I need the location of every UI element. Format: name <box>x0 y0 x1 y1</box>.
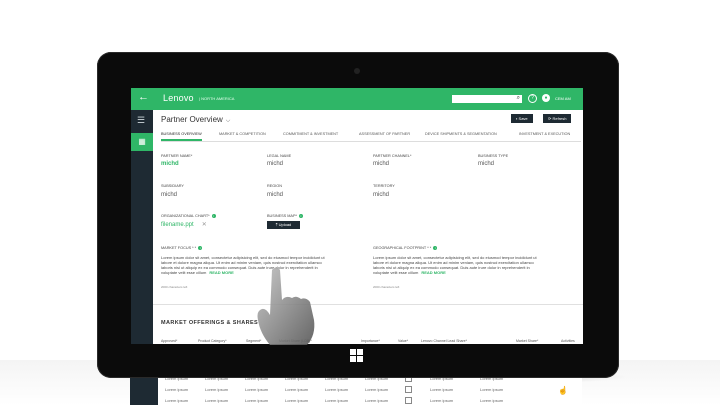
partner-channel-value: michd <box>373 161 390 167</box>
column-header[interactable]: Activities <box>561 339 575 343</box>
territory-value: michd <box>373 192 390 198</box>
table-cell: Lorem ipsum <box>165 387 189 392</box>
page-title[interactable]: Partner Overview ⌵ <box>161 115 230 125</box>
camera-icon <box>354 68 360 74</box>
chevron-down-icon[interactable]: ⌵ <box>226 118 231 124</box>
section-title: MARKET OFFERINGS & SHARES <box>161 320 259 326</box>
tab-assessment-partner[interactable]: ASSESSMENT OF PARTNER <box>359 132 410 136</box>
chars-left: 2000 characters left <box>161 285 188 289</box>
table-cell: Lorem ipsum <box>325 398 349 403</box>
refresh-label: Refresh <box>552 116 567 121</box>
business-type-value: michd <box>478 161 495 167</box>
brand-logo: Lenovo <box>163 93 194 103</box>
file-name[interactable]: filename.ppt <box>161 222 194 228</box>
search-icon[interactable]: ⌕ <box>517 95 520 102</box>
refresh-button[interactable]: ⟳ Refresh <box>543 114 572 123</box>
tab-bar: BUSINESS OVERVIEW MARKET & COMPETITION C… <box>161 129 581 142</box>
divider <box>153 304 583 305</box>
grid-icon[interactable]: ▦ <box>131 133 153 151</box>
tab-device-shipments[interactable]: DEVICE SHIPMENTS & SEGMENTATION <box>425 132 497 136</box>
market-focus-label-text: MARKET FOCUS * * <box>161 246 197 250</box>
table-cell: Lorem ipsum <box>205 387 229 392</box>
table-cell: Lorem ipsum <box>480 398 504 403</box>
business-map-label-text: BUSINESS MAP* <box>267 214 297 218</box>
subsidiary-label: SUBSIDIARY <box>161 184 184 188</box>
tab-commitment-investment[interactable]: COMMITMENT & INVESTMENT <box>283 132 338 136</box>
table-cell: Lorem ipsum <box>325 387 349 392</box>
page-title-text: Partner Overview <box>161 115 223 124</box>
table-cell: Lorem ipsum <box>430 387 454 392</box>
column-header[interactable]: Market Share* <box>516 339 538 343</box>
info-icon[interactable]: i <box>433 246 438 250</box>
info-icon[interactable]: i <box>198 246 203 250</box>
back-arrow-icon[interactable]: ← <box>138 91 149 103</box>
legal-name-label: LEGAL NAME <box>267 154 292 158</box>
org-chart-file[interactable]: filename.ppt ✕ <box>161 221 207 228</box>
upload-label: Upload <box>278 222 292 227</box>
table-cell: Lorem ipsum <box>480 387 504 392</box>
table-cell: Lorem ipsum <box>205 398 229 403</box>
region-field-value: michd <box>267 192 284 198</box>
user-name[interactable]: CEM AM <box>555 96 571 101</box>
table-cell: Lorem ipsum <box>285 398 309 403</box>
region-label: | NORTH AMERICA <box>199 96 235 101</box>
read-more-link[interactable]: READ MORE <box>209 270 233 275</box>
top-bar: ← Lenovo | NORTH AMERICA ⌕ ? ● CEM AM <box>131 88 583 110</box>
table-cell: Lorem ipsum <box>245 387 269 392</box>
remove-file-icon[interactable]: ✕ <box>202 222 207 228</box>
tab-business-overview[interactable]: BUSINESS OVERVIEW <box>161 132 202 141</box>
search-input[interactable]: ⌕ <box>452 95 522 103</box>
geo-footprint-label: GEOGRAPHICAL FOOTPRINT * * i <box>373 246 438 250</box>
column-header[interactable]: Approved* <box>161 339 177 343</box>
hand-pointer-icon <box>257 267 315 345</box>
app-screen: ← Lenovo | NORTH AMERICA ⌕ ? ● CEM AM ☰ … <box>131 88 583 344</box>
partner-channel-label: PARTNER CHANNEL* <box>373 154 412 158</box>
help-icon[interactable]: ? <box>528 94 537 103</box>
avatar[interactable]: ● <box>542 94 550 102</box>
read-more-link[interactable]: READ MORE <box>421 270 445 275</box>
table-cell: Lorem ipsum <box>365 398 389 403</box>
org-chart-label: ORGANIZATIONAL CHART* i <box>161 214 216 218</box>
region-field-label: REGION <box>267 184 282 188</box>
table-cell: Lorem ipsum <box>165 398 189 403</box>
tab-market-competition[interactable]: MARKET & COMPETITION <box>219 132 266 136</box>
table-cell: Lorem ipsum <box>285 387 309 392</box>
menu-icon[interactable]: ☰ <box>137 115 145 126</box>
subsidiary-value: michd <box>161 192 178 198</box>
table-cell: Lorem ipsum <box>430 398 454 403</box>
business-map-label: BUSINESS MAP* i <box>267 214 303 218</box>
row-checkbox[interactable] <box>405 397 412 404</box>
market-focus-label: MARKET FOCUS * * i <box>161 246 203 250</box>
info-icon[interactable]: i <box>298 214 303 218</box>
geo-footprint-text[interactable]: Lorem ipsum dolor sit amet, consectetur … <box>373 255 543 275</box>
geo-footprint-body: Lorem ipsum dolor sit amet, consectetur … <box>373 255 537 275</box>
table-row[interactable]: Lorem ipsum Lorem ipsum Lorem ipsum Lore… <box>130 385 582 395</box>
org-chart-label-text: ORGANIZATIONAL CHART* <box>161 214 210 218</box>
chars-left: 2000 characters left <box>373 285 400 289</box>
save-button[interactable]: ▪ Save <box>511 114 533 123</box>
sidebar: ☰ ▦ <box>131 110 153 344</box>
touch-cursor-icon: ☝ <box>558 386 568 395</box>
tab-investment-execution[interactable]: INVESTMENT & EXECUTION <box>519 132 570 136</box>
column-header[interactable]: Product Category* <box>198 339 227 343</box>
save-label: Save <box>518 116 528 121</box>
windows-logo-icon[interactable] <box>350 349 364 363</box>
geo-footprint-label-text: GEOGRAPHICAL FOOTPRINT * * <box>373 246 432 250</box>
legal-name-value: michd <box>267 161 284 167</box>
column-header[interactable]: Value* <box>398 339 408 343</box>
table-cell: Lorem ipsum <box>245 398 269 403</box>
territory-label: TERRITORY <box>373 184 395 188</box>
column-header[interactable]: Lenovo Channel Lead Share* <box>421 339 467 343</box>
info-icon[interactable]: i <box>211 214 216 218</box>
partner-name-value: michd <box>161 161 179 167</box>
row-checkbox[interactable] <box>405 386 412 393</box>
table-cell: Lorem ipsum <box>365 387 389 392</box>
business-type-label: BUSINESS TYPE <box>478 154 509 158</box>
region-text: NORTH AMERICA <box>201 96 235 101</box>
upload-button[interactable]: ⤒ Upload <box>267 221 300 229</box>
column-header[interactable]: Importance* <box>361 339 380 343</box>
partner-name-label: PARTNER NAME* <box>161 154 193 158</box>
